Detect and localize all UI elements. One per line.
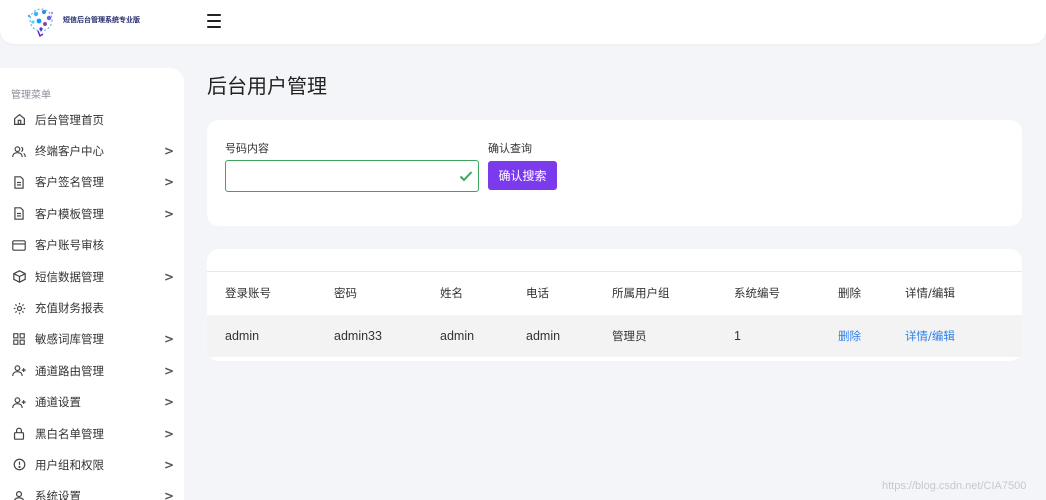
- users-table: 登录账号 密码 姓名 电话 所属用户组 系统编号 删除 详情/编辑 admin …: [207, 271, 1022, 357]
- sidebar-item-label: 客户签名管理: [35, 175, 104, 190]
- sidebar-item-user-groups[interactable]: 用户组和权限 >: [0, 449, 184, 480]
- cell-account: admin: [225, 328, 260, 343]
- grid-icon: [12, 332, 26, 346]
- search-button[interactable]: 确认搜索: [488, 161, 557, 190]
- brain-logo-icon: [27, 8, 54, 38]
- check-icon: [459, 171, 473, 182]
- sidebar-item-finance[interactable]: 充值财务报表: [0, 292, 184, 323]
- sidebar-item-label: 客户模板管理: [35, 206, 104, 221]
- menu-toggle-icon[interactable]: [207, 14, 221, 28]
- cube-icon: [12, 270, 26, 284]
- query-label: 确认查询: [488, 142, 532, 155]
- page-title: 后台用户管理: [207, 74, 327, 98]
- column-header: 密码: [334, 286, 357, 301]
- sidebar-item-channel-routing[interactable]: 通道路由管理 >: [0, 355, 184, 386]
- chevron-right-icon: >: [164, 175, 175, 190]
- sidebar-item-signatures[interactable]: 客户签名管理 >: [0, 167, 184, 198]
- sidebar-item-dashboard[interactable]: 后台管理首页: [0, 104, 184, 135]
- alert-circle-icon: [12, 458, 26, 472]
- chevron-right-icon: >: [164, 426, 175, 441]
- cell-name: admin: [440, 328, 475, 343]
- chevron-right-icon: >: [164, 332, 175, 347]
- column-header: 电话: [526, 286, 549, 301]
- chevron-right-icon: >: [164, 489, 175, 500]
- sidebar-item-customers[interactable]: 终端客户中心 >: [0, 135, 184, 166]
- sidebar-item-label: 黑白名单管理: [35, 426, 104, 441]
- sidebar-item-blacklist[interactable]: 黑白名单管理 >: [0, 418, 184, 449]
- sidebar-item-account-review[interactable]: 客户账号审核: [0, 230, 184, 261]
- sidebar-item-templates[interactable]: 客户模板管理 >: [0, 198, 184, 229]
- table-row: admin admin33 admin admin 管理员 1 删除 详情/编辑: [207, 314, 1022, 357]
- cell-password: admin33: [334, 328, 382, 343]
- sidebar-item-sensitive-words[interactable]: 敏感词库管理 >: [0, 324, 184, 355]
- cell-phone: admin: [526, 328, 561, 343]
- phone-field-label: 号码内容: [225, 142, 269, 155]
- edit-link[interactable]: 详情/编辑: [887, 315, 1022, 357]
- sidebar-item-sms-data[interactable]: 短信数据管理 >: [0, 261, 184, 292]
- document-icon: [12, 207, 26, 221]
- home-icon: [12, 113, 26, 127]
- table-header-row: 登录账号 密码 姓名 电话 所属用户组 系统编号 删除 详情/编辑: [207, 271, 1022, 315]
- card-icon: [12, 238, 26, 252]
- sidebar-item-label: 充值财务报表: [35, 301, 104, 316]
- column-header: 登录账号: [225, 286, 271, 301]
- sidebar-item-label: 后台管理首页: [35, 112, 104, 127]
- chevron-right-icon: >: [164, 395, 175, 410]
- chevron-right-icon: >: [164, 269, 175, 284]
- gear-icon: [12, 301, 26, 315]
- sidebar: 管理菜单 后台管理首页 终端客户中心 > 客户签名管理 > 客户模板管理 > 客…: [0, 68, 184, 500]
- sidebar-item-label: 通道设置: [35, 395, 81, 410]
- sidebar-item-channel-settings[interactable]: 通道设置 >: [0, 387, 184, 418]
- chevron-right-icon: >: [164, 206, 175, 221]
- sidebar-menu: 后台管理首页 终端客户中心 > 客户签名管理 > 客户模板管理 > 客户账号审核…: [0, 104, 184, 500]
- phone-search-input[interactable]: [225, 160, 479, 192]
- watermark: https://blog.csdn.net/CIA7500: [882, 480, 1027, 492]
- sidebar-item-system-settings[interactable]: 系统设置 >: [0, 481, 184, 500]
- sidebar-item-label: 短信数据管理: [35, 269, 104, 284]
- cell-group: 管理员: [612, 328, 647, 343]
- users-icon: [12, 144, 26, 158]
- delete-link[interactable]: 删除: [820, 315, 887, 357]
- sidebar-item-label: 终端客户中心: [35, 144, 104, 159]
- sidebar-item-label: 用户组和权限: [35, 457, 104, 472]
- cell-system-id: 1: [734, 328, 741, 343]
- column-header: 姓名: [440, 286, 463, 301]
- document-icon: [12, 175, 26, 189]
- user-plus-icon: [12, 395, 26, 409]
- sidebar-item-label: 敏感词库管理: [35, 332, 104, 347]
- chevron-right-icon: >: [164, 457, 175, 472]
- column-header: 删除: [838, 286, 861, 301]
- sidebar-item-label: 通道路由管理: [35, 363, 104, 378]
- column-header: 所属用户组: [612, 286, 670, 301]
- column-header: 系统编号: [734, 286, 780, 301]
- sidebar-item-label: 系统设置: [35, 489, 81, 500]
- sidebar-title: 管理菜单: [11, 90, 51, 101]
- chevron-right-icon: >: [164, 144, 175, 159]
- logo-text: 短信后台管理系统专业版: [63, 16, 140, 24]
- sidebar-item-label: 客户账号审核: [35, 238, 104, 253]
- chevron-right-icon: >: [164, 363, 175, 378]
- users-table-panel: 登录账号 密码 姓名 电话 所属用户组 系统编号 删除 详情/编辑 admin …: [207, 249, 1022, 361]
- top-header: 短信后台管理系统专业版: [0, 0, 1046, 44]
- lock-icon: [12, 427, 26, 441]
- search-panel: 号码内容 确认查询 确认搜索: [207, 120, 1022, 226]
- user-icon: [12, 489, 26, 500]
- column-header: 详情/编辑: [905, 286, 955, 301]
- user-plus-icon: [12, 364, 26, 378]
